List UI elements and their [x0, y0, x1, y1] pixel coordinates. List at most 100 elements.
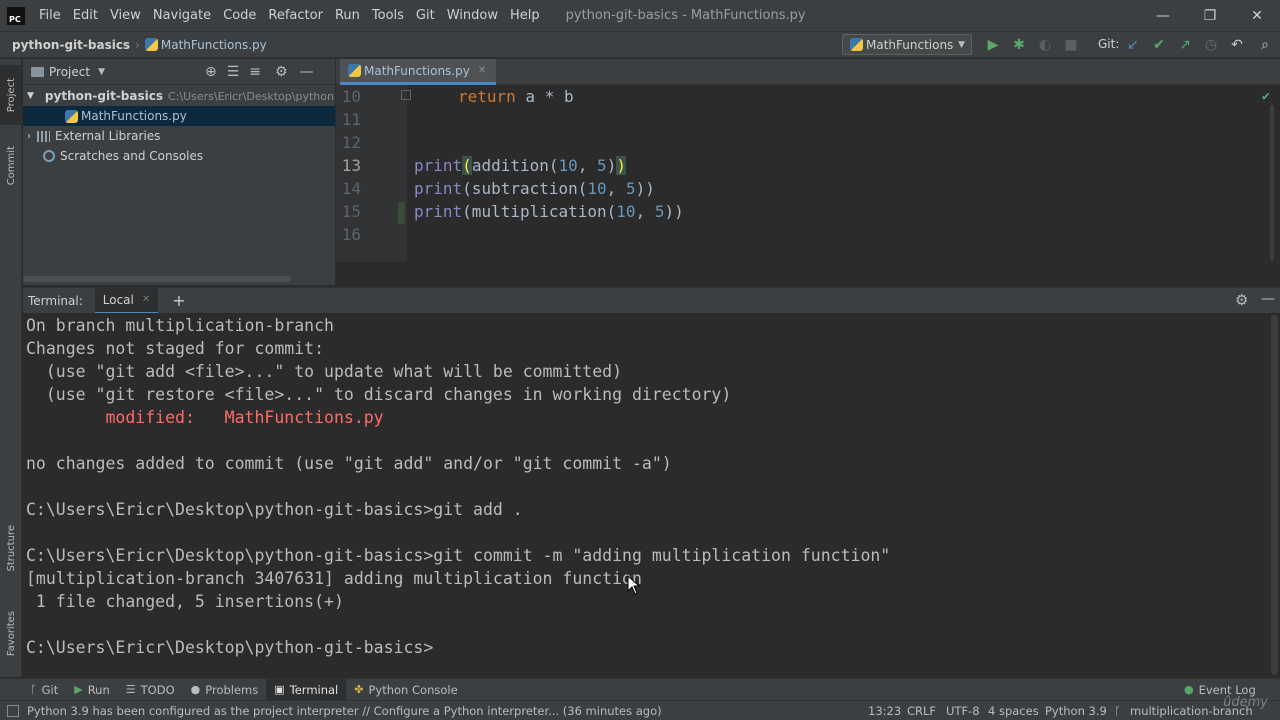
- gear-icon[interactable]: ⚙: [275, 64, 288, 80]
- terminal-line-modified: modified: MathFunctions.py: [26, 408, 384, 427]
- stop-icon[interactable]: ■: [1062, 36, 1080, 54]
- inspection-ok-icon[interactable]: ✔: [1262, 89, 1270, 104]
- close-icon[interactable]: ✕: [478, 65, 486, 76]
- tree-item-scratches[interactable]: Scratches and Consoles: [23, 146, 335, 166]
- project-horizontal-scrollbar[interactable]: [23, 276, 291, 282]
- python-console-icon: ✤: [354, 683, 364, 696]
- tab-todo[interactable]: ☰ TODO: [118, 679, 183, 701]
- run-icon: ▶: [74, 683, 83, 696]
- hide-panel-icon[interactable]: —: [300, 64, 314, 80]
- restore-button[interactable]: ❐: [1187, 0, 1233, 31]
- favorites-tool-tab[interactable]: Favorites: [0, 599, 22, 669]
- menu-run[interactable]: Run: [329, 0, 366, 31]
- menu-refactor[interactable]: Refactor: [262, 0, 329, 31]
- tab-python-console[interactable]: ✤ Python Console: [346, 679, 465, 701]
- panel-toggle-icon[interactable]: [7, 705, 19, 717]
- tab-label: Problems: [205, 682, 259, 697]
- file-encoding[interactable]: UTF-8: [946, 704, 980, 718]
- menu-window[interactable]: Window: [441, 0, 504, 31]
- left-tool-strip: Project Commit Structure Favorites: [0, 59, 22, 677]
- editor-scrollbar[interactable]: [1270, 105, 1274, 260]
- add-terminal-icon[interactable]: +: [172, 291, 185, 310]
- code-line-15: print(multiplication(10, 5)): [414, 202, 684, 221]
- search-icon[interactable]: ⌕: [1256, 36, 1274, 54]
- menu-file[interactable]: File: [33, 0, 67, 31]
- terminal-title: Terminal:: [28, 293, 83, 308]
- menu-tools[interactable]: Tools: [366, 0, 410, 31]
- menu-git[interactable]: Git: [410, 0, 441, 31]
- python-file-icon: [850, 38, 863, 51]
- tree-item-external-libraries[interactable]: › External Libraries: [23, 126, 335, 146]
- indent-setting[interactable]: 4 spaces: [988, 704, 1039, 718]
- locate-icon[interactable]: ⊕: [205, 64, 217, 80]
- debug-icon[interactable]: ✱: [1010, 36, 1028, 54]
- tool-window-bar: ᚴ Git ▶ Run ☰ TODO ● Problems ▣ Terminal ✤ Pyt…: [0, 678, 1280, 701]
- close-button[interactable]: ✕: [1234, 0, 1280, 31]
- gear-icon[interactable]: ⚙: [1235, 291, 1248, 309]
- project-panel-header: Project ▼ ⊕ ☰ ≡ ⚙ —: [23, 59, 335, 85]
- problems-icon: ●: [190, 683, 201, 696]
- menu-view[interactable]: View: [104, 0, 147, 31]
- project-panel-title[interactable]: Project: [49, 65, 90, 79]
- run-configuration-label: MathFunctions: [866, 37, 954, 52]
- tree-item-project-root[interactable]: ▼ python-git-basics C:\Users\Ericr\Deskt…: [23, 86, 335, 106]
- interpreter-selector[interactable]: Python 3.9: [1045, 704, 1107, 718]
- code-editor[interactable]: 10 11 12 13 14 15 16 return a * b print(…: [336, 85, 1280, 262]
- terminal-line: [multiplication-branch 3407631] adding m…: [26, 569, 642, 588]
- chevron-right-icon: ›: [27, 130, 31, 142]
- tree-item-label: python-git-basics: [44, 89, 163, 103]
- breadcrumb-project[interactable]: python-git-basics: [12, 38, 130, 52]
- git-commit-icon[interactable]: ✔: [1150, 36, 1168, 54]
- line-separator[interactable]: CRLF: [907, 704, 936, 718]
- breadcrumb-file[interactable]: MathFunctions.py: [161, 38, 267, 52]
- menu-code[interactable]: Code: [217, 0, 262, 31]
- tab-local[interactable]: Local ✕: [94, 287, 159, 314]
- favorites-tool-label: Favorites: [5, 611, 17, 657]
- python-file-icon: [65, 109, 78, 123]
- chevron-down-icon[interactable]: ▼: [98, 67, 105, 77]
- collapse-all-icon[interactable]: ≡: [249, 64, 261, 80]
- line-number: 12: [341, 133, 361, 152]
- project-folder-icon: [31, 66, 44, 77]
- commit-tool-label: Commit: [5, 146, 17, 186]
- menu-help[interactable]: Help: [504, 0, 546, 31]
- run-configuration-select[interactable]: MathFunctions ▼: [842, 34, 972, 55]
- run-icon[interactable]: ▶: [984, 36, 1002, 54]
- editor-tab-bar: MathFunctions.py ✕: [336, 59, 1280, 85]
- tab-run[interactable]: ▶ Run: [66, 679, 118, 701]
- status-message[interactable]: Python 3.9 has been configured as the pr…: [27, 704, 662, 718]
- terminal-line: (use "git add <file>..." to update what …: [26, 362, 623, 381]
- terminal-output[interactable]: On branch multiplication-branch Changes …: [23, 313, 1280, 677]
- fold-marker-icon[interactable]: [401, 90, 411, 100]
- history-icon[interactable]: ◷: [1202, 36, 1220, 54]
- tab-mathfunctions[interactable]: MathFunctions.py ✕: [340, 59, 497, 85]
- hide-panel-icon[interactable]: —: [1261, 291, 1275, 307]
- structure-tool-tab[interactable]: Structure: [0, 511, 22, 585]
- close-icon[interactable]: ✕: [142, 294, 150, 305]
- minimize-button[interactable]: —: [1140, 0, 1186, 31]
- tab-terminal[interactable]: ▣ Terminal: [266, 678, 347, 701]
- tab-problems[interactable]: ● Problems: [183, 679, 267, 701]
- terminal-line: Changes not staged for commit:: [26, 339, 325, 358]
- expand-all-icon[interactable]: ☰: [227, 64, 240, 80]
- tab-git[interactable]: ᚴ Git: [22, 679, 66, 701]
- code-line-13: print(addition(10, 5)): [414, 156, 626, 175]
- menu-bar: PC File Edit View Navigate Code Refactor…: [0, 0, 1280, 31]
- breadcrumb-separator-icon: ›: [135, 37, 140, 52]
- project-tool-tab[interactable]: Project: [0, 65, 22, 125]
- commit-tool-tab[interactable]: Commit: [0, 131, 22, 201]
- coverage-icon[interactable]: ◐: [1036, 36, 1054, 54]
- caret-position[interactable]: 13:23: [868, 704, 901, 718]
- git-update-icon[interactable]: ↙: [1124, 36, 1142, 54]
- menu-edit[interactable]: Edit: [67, 0, 104, 31]
- menu-navigate[interactable]: Navigate: [147, 0, 217, 31]
- terminal-scrollbar[interactable]: [1271, 315, 1278, 675]
- editor-tab-label: MathFunctions.py: [364, 63, 470, 78]
- pycharm-logo-icon: PC: [7, 6, 25, 25]
- terminal-line: On branch multiplication-branch: [26, 316, 334, 335]
- git-push-icon[interactable]: ↗: [1176, 36, 1194, 54]
- tree-item-mathfunctions[interactable]: MathFunctions.py: [23, 106, 335, 126]
- terminal-tab-label: Local: [102, 292, 134, 307]
- rollback-icon[interactable]: ↶: [1228, 36, 1246, 54]
- terminal-line: C:\Users\Ericr\Desktop\python-git-basics…: [26, 500, 523, 519]
